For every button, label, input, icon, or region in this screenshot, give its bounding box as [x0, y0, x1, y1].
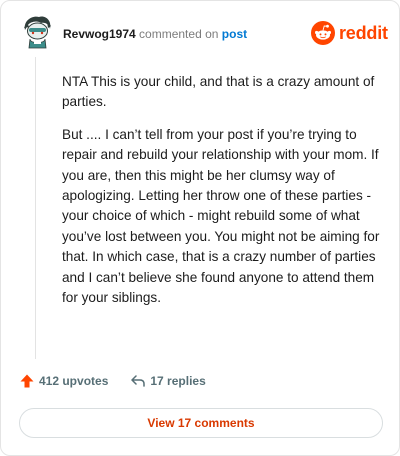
username[interactable]: Revwog1974	[63, 27, 136, 41]
comment-actions: 412 upvotes 17 replies	[19, 373, 206, 389]
action-text: commented on	[139, 27, 219, 41]
snoo-avatar-icon	[24, 16, 51, 49]
view-comments-button[interactable]: View 17 comments	[19, 408, 383, 438]
comment-body: NTA This is your child, and that is a cr…	[62, 72, 382, 320]
comment-card: Revwog1974 commented on post reddit NTA …	[0, 0, 400, 456]
upvote-button[interactable]: 412 upvotes	[19, 373, 108, 389]
reply-count: 17 replies	[150, 374, 206, 388]
user-avatar[interactable]	[19, 14, 55, 50]
reddit-logo[interactable]: reddit	[311, 21, 388, 45]
comment-header: Revwog1974 commented on post	[63, 26, 247, 42]
reply-button[interactable]: 17 replies	[130, 373, 206, 389]
thread-line	[35, 57, 36, 359]
reply-arrow-icon	[131, 375, 146, 387]
reddit-wordmark: reddit	[339, 23, 388, 43]
reddit-alien-icon	[311, 21, 335, 45]
upvote-arrow-icon	[20, 374, 34, 388]
comment-paragraph: But .... I can’t tell from your post if …	[62, 126, 380, 306]
post-link[interactable]: post	[222, 27, 247, 41]
comment-paragraph: NTA This is your child, and that is a cr…	[62, 74, 375, 110]
upvote-count: 412 upvotes	[39, 374, 109, 388]
